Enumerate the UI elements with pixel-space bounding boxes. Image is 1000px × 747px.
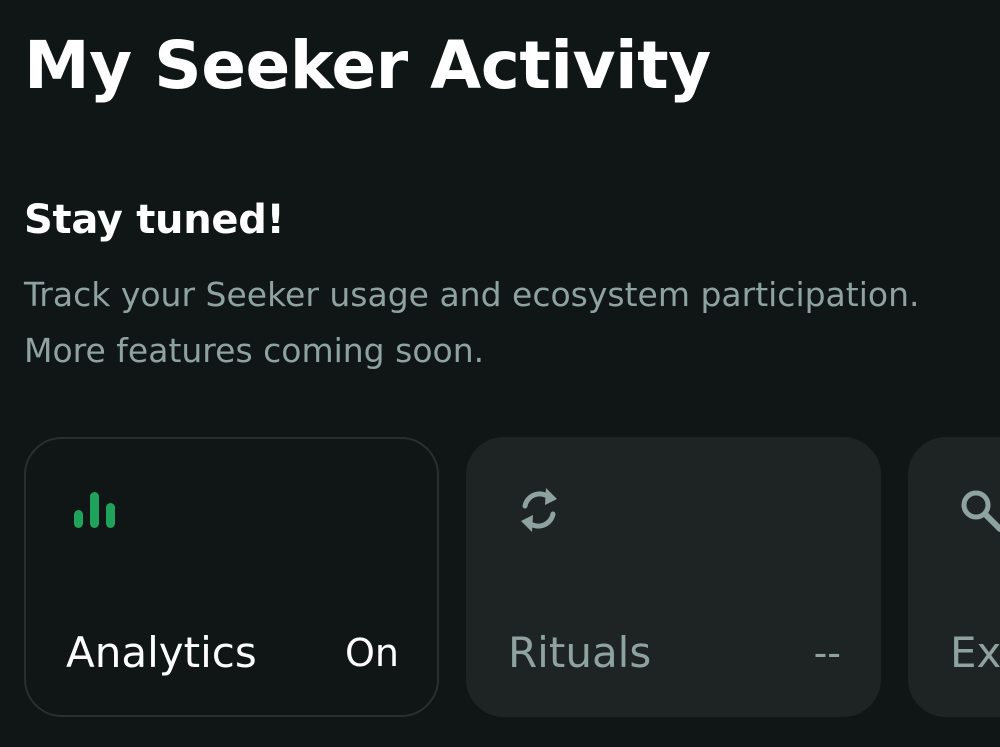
explore-card-label: Ex: [950, 628, 1000, 677]
activity-cards-row: Analytics On Rituals -- Ex: [24, 437, 1000, 717]
rituals-card-status: --: [813, 631, 841, 675]
explore-card[interactable]: Ex: [908, 437, 1000, 717]
analytics-card-label: Analytics: [66, 628, 257, 677]
analytics-card[interactable]: Analytics On: [24, 437, 439, 717]
page-title: My Seeker Activity: [24, 27, 711, 104]
sync-icon: [521, 488, 557, 532]
rituals-card[interactable]: Rituals --: [466, 437, 881, 717]
search-icon: [961, 490, 1000, 532]
section-description: Track your Seeker usage and ecosystem pa…: [24, 275, 920, 370]
section-heading: Stay tuned!: [24, 197, 285, 243]
analytics-card-status: On: [345, 631, 399, 675]
seeker-activity-screen: My Seeker Activity Stay tuned! Track you…: [0, 0, 1000, 747]
rituals-card-label: Rituals: [508, 628, 652, 677]
bar-chart-icon: [74, 492, 115, 528]
